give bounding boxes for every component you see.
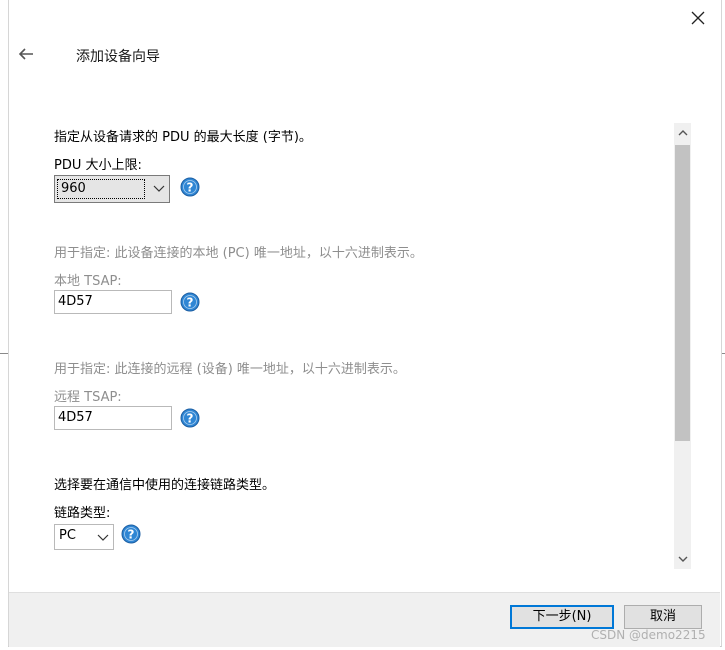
chevron-up-icon	[678, 130, 687, 136]
page-title: 添加设备向导	[76, 49, 160, 65]
link-type-value: PC	[59, 528, 76, 543]
svg-text:?: ?	[187, 412, 194, 426]
help-icon[interactable]: ?	[180, 292, 200, 312]
scroll-up-button[interactable]	[674, 123, 691, 143]
chevron-down-icon	[97, 534, 109, 541]
svg-text:?: ?	[187, 181, 194, 195]
link-type-description: 选择要在通信中使用的连接链路类型。	[54, 478, 276, 493]
help-icon[interactable]: ?	[180, 177, 200, 197]
chevron-down-icon	[153, 185, 165, 192]
link-type-select[interactable]: PC	[54, 524, 114, 550]
remote-tsap-label: 远程 TSAP:	[54, 390, 122, 405]
link-type-label: 链路类型:	[54, 506, 111, 521]
pdu-label: PDU 大小上限:	[54, 158, 142, 173]
scroll-down-button[interactable]	[674, 549, 691, 569]
help-icon[interactable]: ?	[121, 524, 141, 544]
local-tsap-description: 用于指定: 此设备连接的本地 (PC) 唯一地址，以十六进制表示。	[54, 246, 423, 261]
back-arrow-icon	[18, 48, 33, 60]
help-icon[interactable]: ?	[180, 408, 200, 428]
close-button[interactable]	[684, 5, 712, 31]
svg-text:?: ?	[128, 528, 135, 542]
cancel-button[interactable]: 取消	[624, 605, 702, 629]
vertical-scrollbar[interactable]	[674, 123, 691, 569]
local-tsap-input[interactable]: 4D57	[54, 290, 172, 314]
next-button[interactable]: 下一步(N)	[510, 605, 614, 629]
wizard-dialog	[8, 0, 722, 647]
pdu-size-value: 960	[57, 179, 145, 199]
scrollbar-thumb[interactable]	[675, 145, 690, 441]
back-button[interactable]	[12, 40, 40, 68]
svg-text:?: ?	[187, 296, 194, 310]
close-icon	[691, 11, 705, 25]
remote-tsap-description: 用于指定: 此连接的远程 (设备) 唯一地址，以十六进制表示。	[54, 362, 406, 377]
chevron-down-icon	[678, 556, 687, 562]
watermark: CSDN @demo2215	[591, 628, 706, 642]
remote-tsap-input[interactable]: 4D57	[54, 406, 172, 430]
local-tsap-label: 本地 TSAP:	[54, 274, 122, 289]
pdu-description: 指定从设备请求的 PDU 的最大长度 (字节)。	[54, 130, 312, 145]
pdu-size-select[interactable]: 960	[54, 175, 170, 203]
